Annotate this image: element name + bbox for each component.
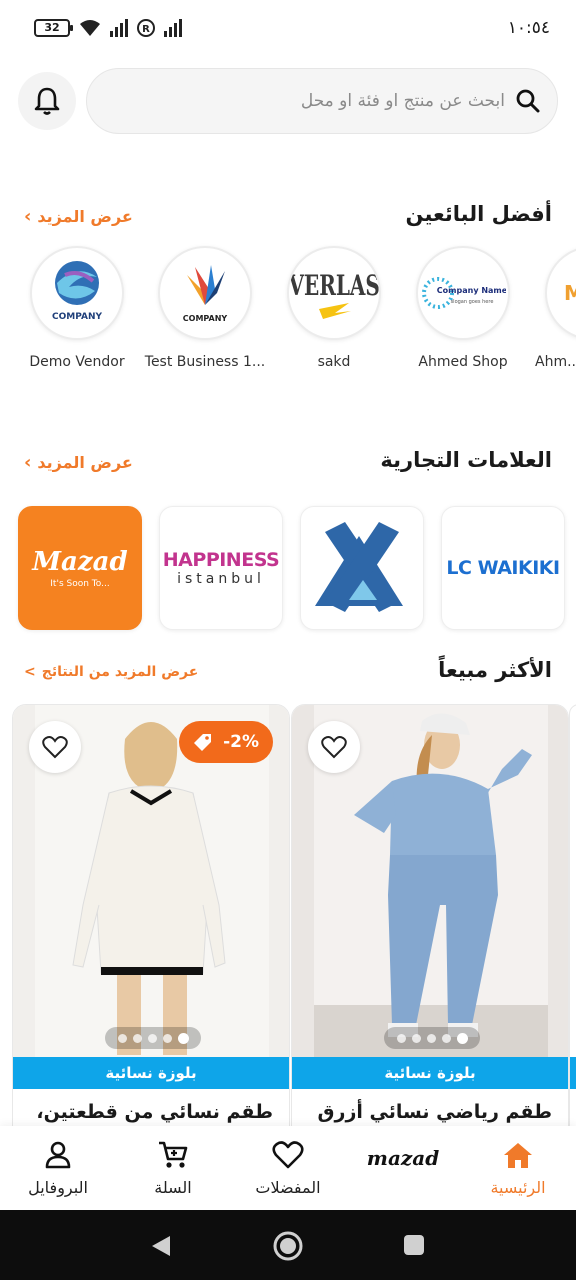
sellers-title: أفضل البائعين [405, 202, 552, 226]
search-bar[interactable] [86, 68, 558, 134]
nav-cart-label: السلة [154, 1178, 192, 1197]
brand-item[interactable]: LC WAIKIKI [441, 506, 565, 630]
clock: ١٠:٥٤ [507, 18, 550, 38]
nav-cart[interactable]: السلة [118, 1138, 228, 1197]
sellers-more-link[interactable]: ‹ عرض المزيد [24, 206, 133, 227]
seller-name: Ahmed Shop [418, 354, 508, 370]
nav-favorites[interactable]: المفضلات [233, 1138, 343, 1197]
brand-logo-lcwaikiki: LC WAIKIKI [446, 557, 560, 579]
tag-icon [194, 734, 212, 751]
svg-text:slogan goes here: slogan goes here [451, 299, 494, 305]
seller-item[interactable]: EVERLAST sakd [269, 246, 399, 370]
discount-badge: -2% [179, 721, 273, 763]
svg-text:COMPANY: COMPANY [183, 314, 228, 323]
seller-logo: COMPANY [158, 246, 252, 340]
product-category: بلوزة نسائية [292, 1057, 568, 1089]
chevron-left-icon: ‹ [24, 206, 32, 227]
svg-text:EVERLAST: EVERLAST [289, 269, 379, 302]
home-circle-icon[interactable] [272, 1230, 304, 1262]
user-icon [45, 1141, 71, 1169]
brands-more-label: عرض المزيد [37, 453, 133, 472]
system-navigation-bar [0, 1210, 576, 1280]
seller-item[interactable]: COMPANY Demo Vendor [12, 246, 142, 370]
brands-more-link[interactable]: ‹ عرض المزيد [24, 452, 133, 473]
heart-icon [42, 736, 68, 759]
product-card[interactable]: -2% بلوزة نسائية طقم نسائي من قطعتين، [12, 704, 290, 1144]
svg-text:Company Name: Company Name [437, 286, 506, 295]
bestsellers-title: الأكثر مبيعاً [438, 658, 552, 682]
seller-name: Ahm... [535, 354, 576, 370]
seller-logo: EVERLAST [287, 246, 381, 340]
nav-home-label: الرئيسية [490, 1178, 546, 1197]
product-title: طقم رياضي نسائي أزرق [317, 1101, 552, 1123]
nav-profile[interactable]: البروفايل [3, 1138, 113, 1197]
chevron-left-icon: ‹ [24, 452, 32, 473]
home-icon [504, 1143, 532, 1168]
product-card[interactable]: بلوزة نسائية طقم رياضي نسائي أزرق [291, 704, 569, 1144]
home-screen: 32 R ١٠:٥٤ أفضل البائعين ‹ عرض المزيد [0, 0, 576, 1280]
product-title: طقم نسائي من قطعتين، [36, 1101, 273, 1123]
status-bar: 32 R ١٠:٥٤ [0, 0, 576, 56]
favorite-button[interactable] [29, 721, 81, 773]
back-icon[interactable] [150, 1234, 172, 1258]
bell-icon [34, 87, 60, 115]
brand-tagline: It's Soon To... [50, 579, 110, 589]
recents-icon[interactable] [403, 1234, 425, 1256]
brand-logo-arrow [315, 522, 403, 612]
product-card[interactable] [569, 704, 576, 1144]
brand-logo-mazad: Mazad [32, 547, 128, 577]
mazad-logo: mazad [366, 1146, 440, 1170]
search-icon [516, 89, 540, 113]
seller-item[interactable]: M Ahm... [527, 246, 576, 370]
bestsellers-more-link[interactable]: < عرض المزيد من النتائج [24, 664, 198, 680]
sellers-more-label: عرض المزيد [37, 207, 133, 226]
brand-item[interactable]: HAPPINESS istanbul [159, 506, 283, 630]
image-pager-dots[interactable] [105, 1027, 201, 1049]
battery-icon: 32 [34, 19, 73, 37]
brand-logo-happiness: HAPPINESS [162, 549, 280, 571]
seller-logo: Company Name slogan goes here [416, 246, 510, 340]
wifi-icon [80, 20, 100, 36]
nav-home[interactable]: الرئيسية [463, 1138, 573, 1197]
brand-item[interactable] [300, 506, 424, 630]
search-input[interactable] [125, 91, 505, 111]
brands-title: العلامات التجارية [380, 448, 552, 472]
nav-profile-label: البروفايل [28, 1178, 88, 1197]
chevron-left-icon: < [24, 664, 36, 680]
products-carousel[interactable]: -2% بلوزة نسائية طقم نسائي من قطعتين، بل… [0, 704, 576, 1144]
seller-item[interactable]: COMPANY Test Business 1... [140, 246, 270, 370]
brands-carousel[interactable]: Mazad It's Soon To... HAPPINESS istanbul… [0, 506, 576, 632]
bottom-navigation: البروفايل السلة المفضلات mazad الرئيسية [0, 1126, 576, 1210]
seller-logo: COMPANY [30, 246, 124, 340]
nav-favorites-label: المفضلات [255, 1178, 321, 1197]
nav-brand-logo[interactable]: mazad [348, 1138, 458, 1178]
seller-name: Demo Vendor [29, 354, 125, 370]
svg-text:R: R [142, 24, 150, 35]
seller-name: Test Business 1... [144, 354, 266, 370]
signal-icon [110, 19, 128, 37]
product-category: بلوزة نسائية [13, 1057, 289, 1089]
bestsellers-more-label: عرض المزيد من النتائج [41, 664, 199, 680]
seller-name: sakd [317, 354, 351, 370]
favorite-button[interactable] [308, 721, 360, 773]
brand-item[interactable]: Mazad It's Soon To... [18, 506, 142, 630]
seller-item[interactable]: Company Name slogan goes here Ahmed Shop [398, 246, 528, 370]
heart-icon [321, 736, 347, 759]
notifications-button[interactable] [18, 72, 76, 130]
seller-logo: M [545, 246, 576, 340]
signal-icon-2 [164, 19, 182, 37]
heart-icon [272, 1141, 304, 1169]
discount-value: -2% [223, 732, 259, 752]
sellers-carousel[interactable]: COMPANY Demo Vendor COMPANY Test Busines… [0, 246, 576, 386]
svg-text:COMPANY: COMPANY [52, 312, 102, 322]
cart-icon [159, 1141, 188, 1168]
image-pager-dots[interactable] [384, 1027, 480, 1049]
registered-icon: R [137, 19, 155, 37]
